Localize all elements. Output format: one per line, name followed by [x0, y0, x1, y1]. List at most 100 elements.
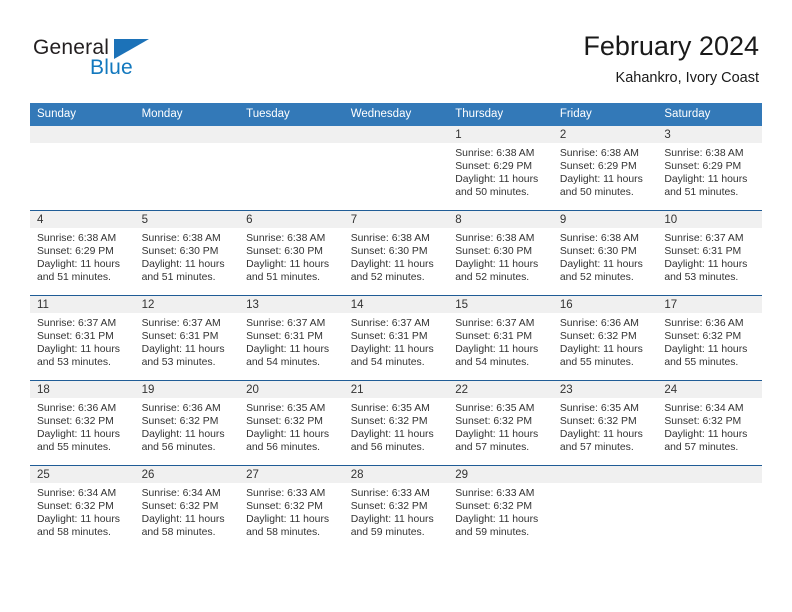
- calendar-table: Sunday Monday Tuesday Wednesday Thursday…: [30, 103, 762, 550]
- calendar-day-cell[interactable]: 11 Sunrise: 6:37 AM Sunset: 6:31 PM Dayligh…: [30, 295, 135, 381]
- daylight-text-line2: and 55 minutes.: [664, 357, 739, 369]
- daylight-text-line1: Daylight: 11 hours: [350, 344, 434, 356]
- day-cell-content: [239, 126, 344, 210]
- sunset-text: Sunset: 6:32 PM: [455, 501, 533, 513]
- calendar-day-cell[interactable]: 6 Sunrise: 6:38 AM Sunset: 6:30 PM Daylight…: [239, 210, 344, 296]
- daylight-text-line2: and 57 minutes.: [559, 442, 634, 454]
- day-cell-content: 16 Sunrise: 6:36 AM Sunset: 6:32 PM Dayligh…: [552, 296, 658, 380]
- calendar-day-cell[interactable]: 8 Sunrise: 6:38 AM Sunset: 6:30 PM Daylight…: [448, 210, 553, 296]
- day-cell-content: [552, 466, 658, 550]
- day-details: Sunrise: 6:38 AM Sunset: 6:30 PM Daylight:…: [553, 228, 658, 284]
- calendar-day-cell[interactable]: 26 Sunrise: 6:34 AM Sunset: 6:32 PM Dayligh…: [134, 465, 240, 550]
- sunrise-text: Sunrise: 6:37 AM: [141, 318, 221, 329]
- day-cell-content: [30, 126, 135, 210]
- calendar-day-cell[interactable]: 29 Sunrise: 6:33 AM Sunset: 6:32 PM Dayligh…: [448, 465, 553, 550]
- calendar-page: General Blue February 2024 Kahankro, Ivo…: [0, 0, 792, 612]
- day-number: 15: [448, 296, 553, 313]
- day-details: Sunrise: 6:37 AM Sunset: 6:31 PM Daylight:…: [135, 313, 240, 369]
- general-blue-logo[interactable]: General Blue: [33, 36, 163, 84]
- calendar-day-cell[interactable]: 3 Sunrise: 6:38 AM Sunset: 6:29 PM Daylight…: [657, 126, 762, 211]
- day-details: Sunrise: 6:35 AM Sunset: 6:32 PM Daylight:…: [239, 398, 344, 454]
- sunset-text: Sunset: 6:30 PM: [455, 246, 533, 258]
- calendar-day-cell: [343, 126, 449, 211]
- page-title: February 2024: [583, 31, 759, 61]
- calendar-week-row: 4 Sunrise: 6:38 AM Sunset: 6:29 PM Daylight…: [30, 210, 762, 296]
- calendar-day-cell[interactable]: 15 Sunrise: 6:37 AM Sunset: 6:31 PM Dayligh…: [448, 295, 553, 381]
- day-details: Sunrise: 6:38 AM Sunset: 6:29 PM Daylight:…: [448, 143, 553, 199]
- day-number: 20: [239, 381, 344, 398]
- day-number: 19: [134, 381, 240, 398]
- sunrise-text: Sunrise: 6:36 AM: [37, 403, 117, 414]
- bottom-rule: [30, 567, 762, 568]
- day-number: 24: [657, 381, 762, 398]
- sunset-text: Sunset: 6:32 PM: [37, 501, 114, 513]
- day-number: 6: [239, 211, 344, 228]
- day-details: Sunrise: 6:37 AM Sunset: 6:31 PM Daylight:…: [30, 313, 135, 369]
- daylight-text-line2: and 51 minutes.: [246, 272, 321, 284]
- daylight-text-line2: and 50 minutes.: [455, 187, 530, 199]
- calendar-day-cell[interactable]: 14 Sunrise: 6:37 AM Sunset: 6:31 PM Dayligh…: [343, 295, 449, 381]
- day-details: Sunrise: 6:35 AM Sunset: 6:32 PM Daylight:…: [344, 398, 449, 454]
- daylight-text-line1: Daylight: 11 hours: [455, 429, 539, 441]
- calendar-day-cell[interactable]: 4 Sunrise: 6:38 AM Sunset: 6:29 PM Daylight…: [30, 210, 135, 296]
- calendar-day-cell[interactable]: 5 Sunrise: 6:38 AM Sunset: 6:30 PM Daylight…: [134, 210, 240, 296]
- daylight-text-line1: Daylight: 11 hours: [37, 514, 120, 526]
- calendar-day-cell[interactable]: 27 Sunrise: 6:33 AM Sunset: 6:32 PM Dayligh…: [239, 465, 344, 550]
- calendar-day-cell[interactable]: 25 Sunrise: 6:34 AM Sunset: 6:32 PM Dayligh…: [30, 465, 135, 550]
- day-number: 29: [448, 466, 553, 483]
- sunrise-text: Sunrise: 6:36 AM: [141, 403, 221, 414]
- day-number: 1: [448, 126, 553, 143]
- day-details: Sunrise: 6:38 AM Sunset: 6:30 PM Daylight:…: [344, 228, 449, 284]
- calendar-day-cell[interactable]: 9 Sunrise: 6:38 AM Sunset: 6:30 PM Daylight…: [552, 210, 658, 296]
- day-cell-content: 24 Sunrise: 6:34 AM Sunset: 6:32 PM Dayligh…: [657, 381, 762, 465]
- day-details: Sunrise: 6:38 AM Sunset: 6:29 PM Daylight:…: [553, 143, 658, 199]
- sunset-text: Sunset: 6:31 PM: [664, 246, 742, 258]
- daylight-text-line2: and 51 minutes.: [37, 272, 111, 284]
- calendar-day-cell[interactable]: 13 Sunrise: 6:37 AM Sunset: 6:31 PM Dayligh…: [239, 295, 344, 381]
- sunset-text: Sunset: 6:31 PM: [37, 331, 114, 343]
- sunrise-text: Sunrise: 6:35 AM: [455, 403, 535, 414]
- sunrise-text: Sunrise: 6:33 AM: [246, 488, 326, 499]
- calendar-day-cell[interactable]: 18 Sunrise: 6:36 AM Sunset: 6:32 PM Dayligh…: [30, 380, 135, 466]
- sunrise-text: Sunrise: 6:38 AM: [455, 233, 535, 244]
- calendar-day-cell[interactable]: 2 Sunrise: 6:38 AM Sunset: 6:29 PM Daylight…: [552, 126, 658, 211]
- daylight-text-line1: Daylight: 11 hours: [141, 429, 225, 441]
- day-number: 14: [343, 296, 449, 313]
- day-details: Sunrise: 6:34 AM Sunset: 6:32 PM Daylight:…: [657, 398, 762, 454]
- day-cell-content: 10 Sunrise: 6:37 AM Sunset: 6:31 PM Dayligh…: [657, 211, 762, 295]
- day-details: Sunrise: 6:36 AM Sunset: 6:32 PM Daylight:…: [657, 313, 762, 369]
- day-number: 18: [30, 381, 135, 398]
- sunrise-text: Sunrise: 6:37 AM: [350, 318, 430, 329]
- sunrise-text: Sunrise: 6:37 AM: [455, 318, 535, 329]
- sunrise-text: Sunrise: 6:38 AM: [350, 233, 430, 244]
- calendar-day-cell[interactable]: 22 Sunrise: 6:35 AM Sunset: 6:32 PM Dayligh…: [448, 380, 553, 466]
- day-details: Sunrise: 6:38 AM Sunset: 6:30 PM Daylight:…: [448, 228, 553, 284]
- day-cell-content: 14 Sunrise: 6:37 AM Sunset: 6:31 PM Dayligh…: [343, 296, 449, 380]
- daylight-text-line1: Daylight: 11 hours: [455, 259, 539, 271]
- calendar-day-cell[interactable]: 21 Sunrise: 6:35 AM Sunset: 6:32 PM Dayligh…: [343, 380, 449, 466]
- daylight-text-line2: and 57 minutes.: [664, 442, 739, 454]
- daylight-text-line2: and 54 minutes.: [246, 357, 321, 369]
- calendar-day-cell[interactable]: 1 Sunrise: 6:38 AM Sunset: 6:29 PM Daylight…: [448, 126, 553, 211]
- sunset-text: Sunset: 6:31 PM: [455, 331, 533, 343]
- calendar-day-cell[interactable]: 7 Sunrise: 6:38 AM Sunset: 6:30 PM Daylight…: [343, 210, 449, 296]
- day-cell-content: 29 Sunrise: 6:33 AM Sunset: 6:32 PM Dayligh…: [448, 466, 553, 550]
- daylight-text-line1: Daylight: 11 hours: [37, 429, 120, 441]
- calendar-day-cell[interactable]: 20 Sunrise: 6:35 AM Sunset: 6:32 PM Dayligh…: [239, 380, 344, 466]
- calendar-day-cell[interactable]: 17 Sunrise: 6:36 AM Sunset: 6:32 PM Dayligh…: [657, 295, 762, 381]
- sunset-text: Sunset: 6:32 PM: [141, 416, 219, 428]
- calendar-day-cell[interactable]: 19 Sunrise: 6:36 AM Sunset: 6:32 PM Dayligh…: [134, 380, 240, 466]
- daylight-text-line1: Daylight: 11 hours: [246, 259, 330, 271]
- calendar-day-cell[interactable]: 28 Sunrise: 6:33 AM Sunset: 6:32 PM Dayligh…: [343, 465, 449, 550]
- day-cell-content: 12 Sunrise: 6:37 AM Sunset: 6:31 PM Dayligh…: [134, 296, 240, 380]
- sunrise-text: Sunrise: 6:35 AM: [559, 403, 639, 414]
- calendar-day-cell[interactable]: 16 Sunrise: 6:36 AM Sunset: 6:32 PM Dayligh…: [552, 295, 658, 381]
- calendar-day-cell[interactable]: 12 Sunrise: 6:37 AM Sunset: 6:31 PM Dayligh…: [134, 295, 240, 381]
- calendar-day-cell[interactable]: 23 Sunrise: 6:35 AM Sunset: 6:32 PM Dayligh…: [552, 380, 658, 466]
- calendar-day-cell[interactable]: 24 Sunrise: 6:34 AM Sunset: 6:32 PM Dayligh…: [657, 380, 762, 466]
- sunrise-text: Sunrise: 6:37 AM: [246, 318, 326, 329]
- sunset-text: Sunset: 6:30 PM: [350, 246, 428, 258]
- day-number: 4: [30, 211, 135, 228]
- calendar-day-cell[interactable]: 10 Sunrise: 6:37 AM Sunset: 6:31 PM Dayligh…: [657, 210, 762, 296]
- daylight-text-line1: Daylight: 11 hours: [246, 429, 330, 441]
